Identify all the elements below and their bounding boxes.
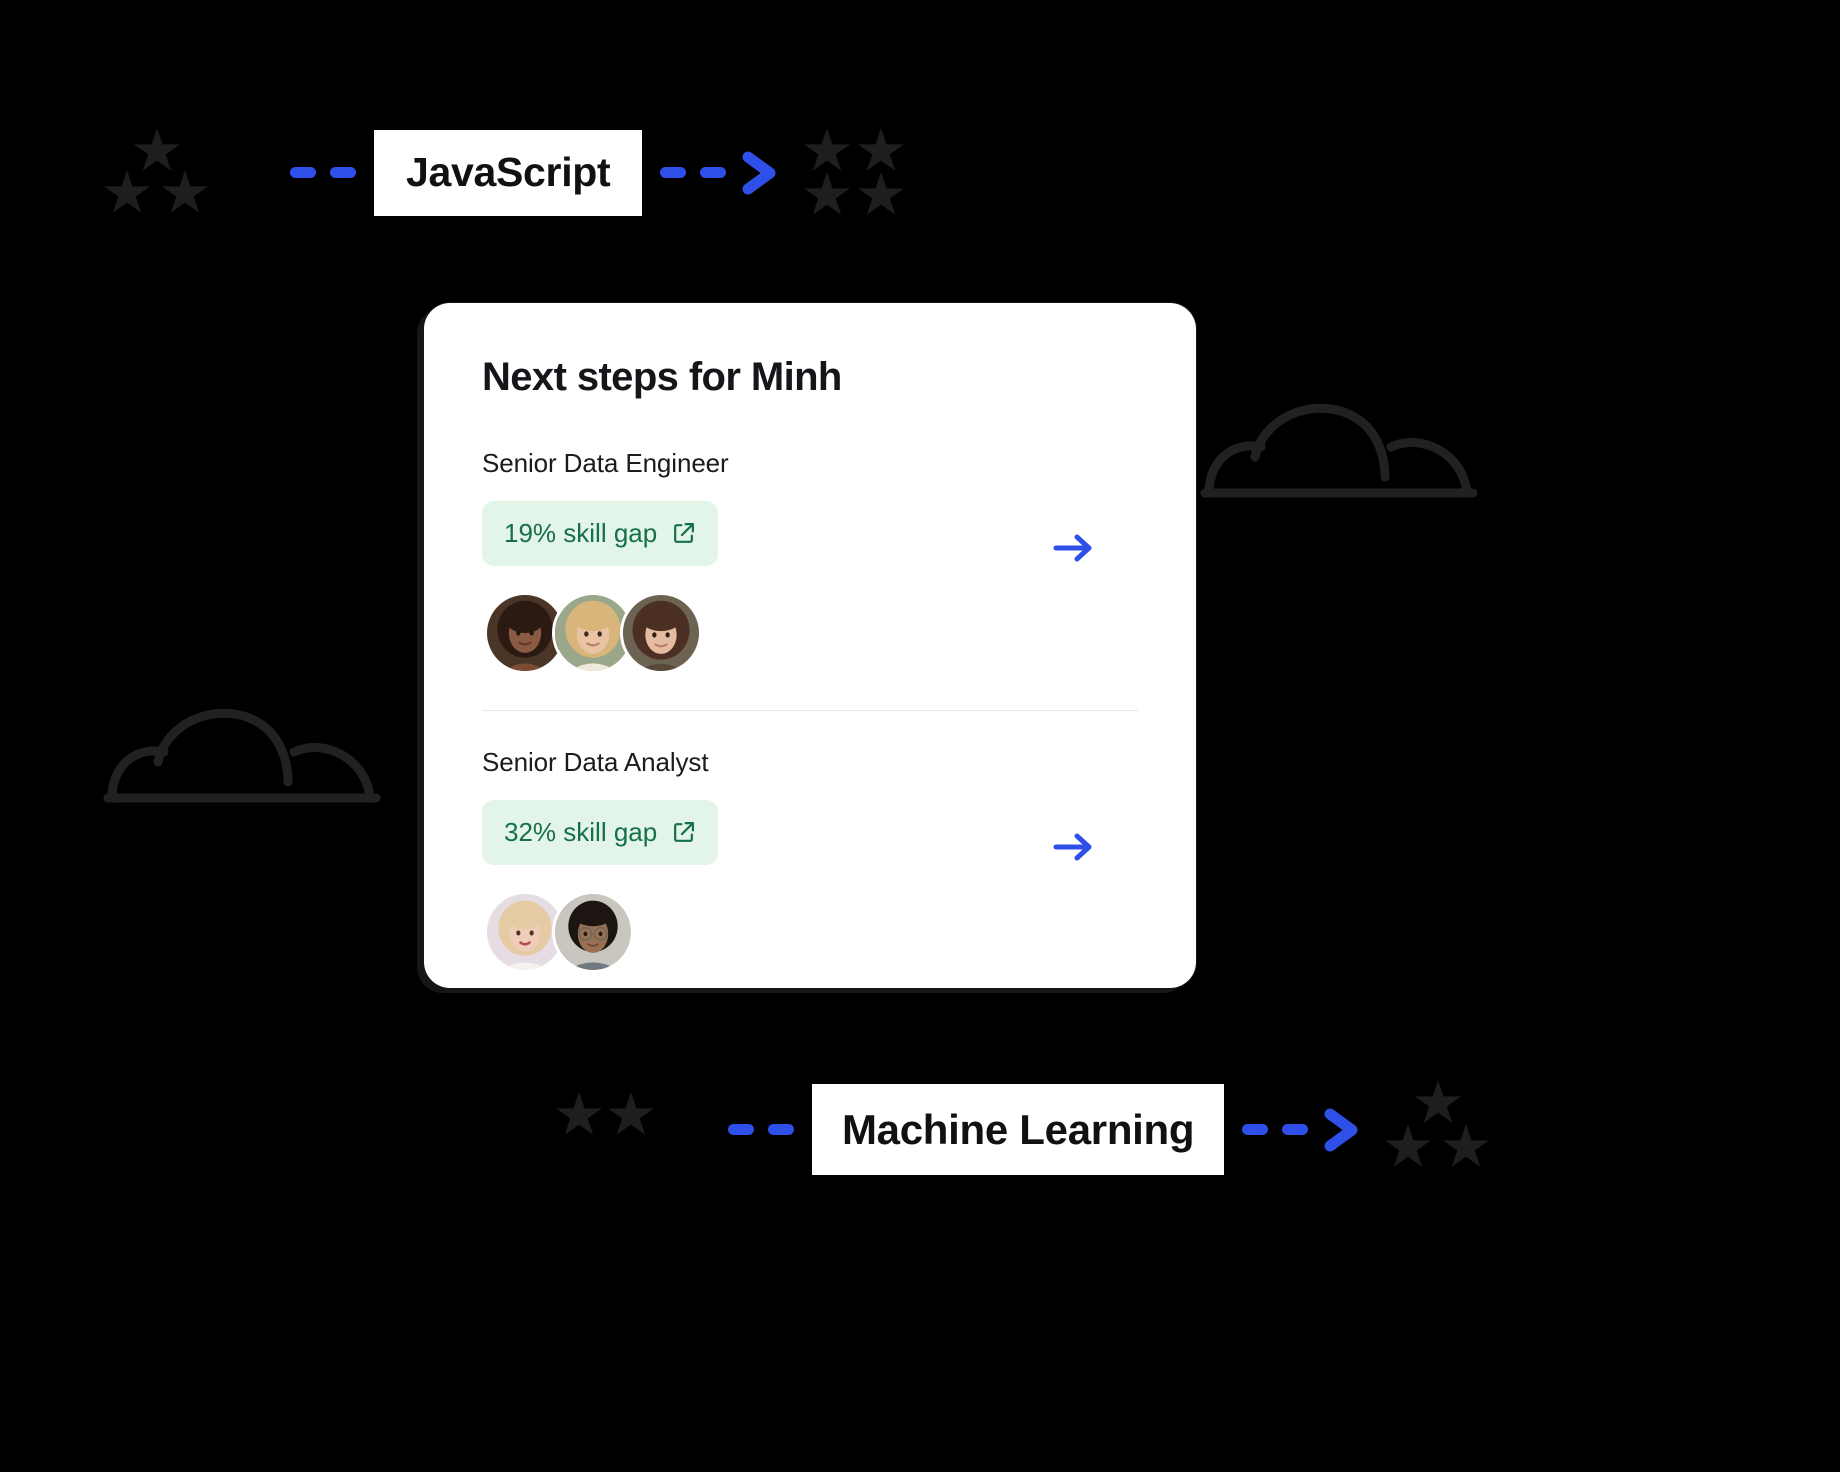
dash-segment xyxy=(1242,1124,1269,1136)
dash-segment xyxy=(728,1124,754,1136)
dash-segment xyxy=(700,167,727,179)
skill-chip-javascript-row: JavaScript xyxy=(290,130,780,216)
chevron-right-icon xyxy=(742,151,776,195)
skill-gap-label: 19% skill gap xyxy=(504,518,658,548)
dashed-line-leading xyxy=(290,167,356,179)
arrow-right-icon xyxy=(1053,833,1092,861)
role-row-senior-data-engineer: Senior Data Engineer 19% skill gap xyxy=(482,448,1138,676)
go-to-role-button-senior-data-analyst[interactable] xyxy=(1048,821,1100,873)
chevron-right-icon xyxy=(1324,1108,1358,1152)
dash-segment xyxy=(768,1124,794,1136)
skill-gap-badge-senior-data-analyst[interactable]: 32% skill gap xyxy=(482,800,719,865)
external-link-icon xyxy=(674,523,695,543)
star-icon xyxy=(134,128,180,171)
star-icon xyxy=(1415,1080,1461,1123)
star-icon xyxy=(104,170,150,213)
avatar[interactable] xyxy=(620,592,702,674)
role-title: Senior Data Analyst xyxy=(482,747,709,777)
star-cluster-bottom-left xyxy=(556,1092,666,1152)
dash-segment xyxy=(660,167,687,179)
dashed-line-leading xyxy=(728,1124,794,1136)
dash-segment xyxy=(1282,1124,1309,1136)
dash-segment xyxy=(290,167,316,179)
dash-segment xyxy=(330,167,356,179)
external-link-icon xyxy=(674,822,695,842)
star-cluster-bottom-right xyxy=(1385,1080,1495,1190)
avatar-group-senior-data-analyst xyxy=(482,891,1138,973)
star-icon xyxy=(162,170,208,213)
star-cluster-top-right xyxy=(800,128,910,238)
star-icon xyxy=(608,1092,654,1135)
skill-chip-machine-learning-row: Machine Learning xyxy=(728,1084,1362,1176)
role-title: Senior Data Engineer xyxy=(482,448,729,478)
avatar[interactable] xyxy=(552,891,634,973)
next-steps-card: Next steps for Minh Senior Data Engineer… xyxy=(424,303,1196,988)
arrow-right-icon xyxy=(1053,534,1092,562)
skill-chip-javascript[interactable]: JavaScript xyxy=(374,130,643,216)
star-icon xyxy=(804,128,850,171)
background-canvas: JavaScript Machine Learning Next steps f… xyxy=(0,0,1840,1472)
skill-gap-label: 32% skill gap xyxy=(504,817,658,847)
star-icon xyxy=(1443,1124,1489,1167)
star-icon xyxy=(804,172,850,215)
cloud-icon xyxy=(1195,385,1485,510)
star-icon xyxy=(556,1092,602,1135)
skill-chip-machine-learning[interactable]: Machine Learning xyxy=(812,1084,1225,1176)
go-to-role-button-senior-data-engineer[interactable] xyxy=(1048,522,1100,574)
dashed-arrow-trailing xyxy=(1242,1106,1362,1154)
cloud-icon xyxy=(98,690,388,815)
dashed-arrow-trailing xyxy=(660,149,780,197)
star-cluster-top-left xyxy=(104,128,214,238)
role-divider xyxy=(482,710,1138,711)
skill-gap-badge-senior-data-engineer[interactable]: 19% skill gap xyxy=(482,501,719,566)
star-icon xyxy=(858,172,904,215)
page-title: Next steps for Minh xyxy=(482,355,842,399)
role-row-senior-data-analyst: Senior Data Analyst 32% skill gap xyxy=(482,747,1138,975)
avatar-group-senior-data-engineer xyxy=(482,592,1138,674)
star-icon xyxy=(1385,1124,1431,1167)
star-icon xyxy=(858,128,904,171)
